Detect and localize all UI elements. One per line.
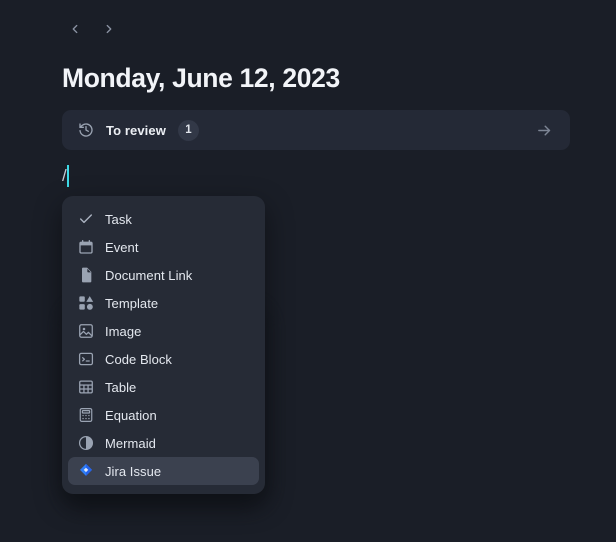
slash-menu-item-jira-issue[interactable]: Jira Issue <box>68 457 259 485</box>
chevron-right-icon <box>102 22 116 36</box>
slash-menu-item-image[interactable]: Image <box>68 317 259 345</box>
day-navigation <box>62 16 122 42</box>
slash-command-menu: Task Event Document Link Template Image … <box>62 196 265 494</box>
code-block-icon <box>78 351 94 367</box>
chevron-left-icon <box>68 22 82 36</box>
to-review-bar[interactable]: To review 1 <box>62 110 570 150</box>
slash-menu-item-template[interactable]: Template <box>68 289 259 317</box>
slash-menu-item-label: Template <box>105 295 159 311</box>
slash-menu-item-document-link[interactable]: Document Link <box>68 261 259 289</box>
slash-menu-item-label: Jira Issue <box>105 463 162 479</box>
check-icon <box>78 211 94 227</box>
table-icon <box>78 379 94 395</box>
slash-menu-item-event[interactable]: Event <box>68 233 259 261</box>
slash-menu-item-mermaid[interactable]: Mermaid <box>68 429 259 457</box>
slash-menu-item-label: Task <box>105 211 132 227</box>
to-review-bar-left: To review 1 <box>78 119 532 141</box>
template-icon <box>78 295 94 311</box>
calculator-icon <box>78 407 94 423</box>
image-icon <box>78 323 94 339</box>
next-day-button[interactable] <box>96 16 122 42</box>
slash-menu-item-label: Document Link <box>105 267 193 283</box>
editor-input-line[interactable]: / <box>62 164 69 190</box>
calendar-icon <box>78 239 94 255</box>
pie-chart-icon <box>78 435 94 451</box>
document-icon <box>78 267 94 283</box>
slash-menu-item-label: Code Block <box>105 351 172 367</box>
history-icon <box>78 122 94 138</box>
to-review-count-badge: 1 <box>177 119 199 141</box>
slash-menu-item-label: Event <box>105 239 139 255</box>
slash-menu-item-label: Mermaid <box>105 435 156 451</box>
slash-menu-item-task[interactable]: Task <box>68 205 259 233</box>
slash-menu-item-label: Equation <box>105 407 157 423</box>
text-caret <box>66 165 69 187</box>
previous-day-button[interactable] <box>62 16 88 42</box>
slash-menu-item-label: Image <box>105 323 142 339</box>
page-title: Monday, June 12, 2023 <box>62 63 340 93</box>
slash-menu-item-table[interactable]: Table <box>68 373 259 401</box>
arrow-right-icon[interactable] <box>532 118 556 142</box>
slash-menu-item-equation[interactable]: Equation <box>68 401 259 429</box>
to-review-label: To review <box>106 122 166 138</box>
slash-menu-item-label: Table <box>105 379 137 395</box>
jira-icon <box>78 463 94 479</box>
slash-menu-item-code-block[interactable]: Code Block <box>68 345 259 373</box>
